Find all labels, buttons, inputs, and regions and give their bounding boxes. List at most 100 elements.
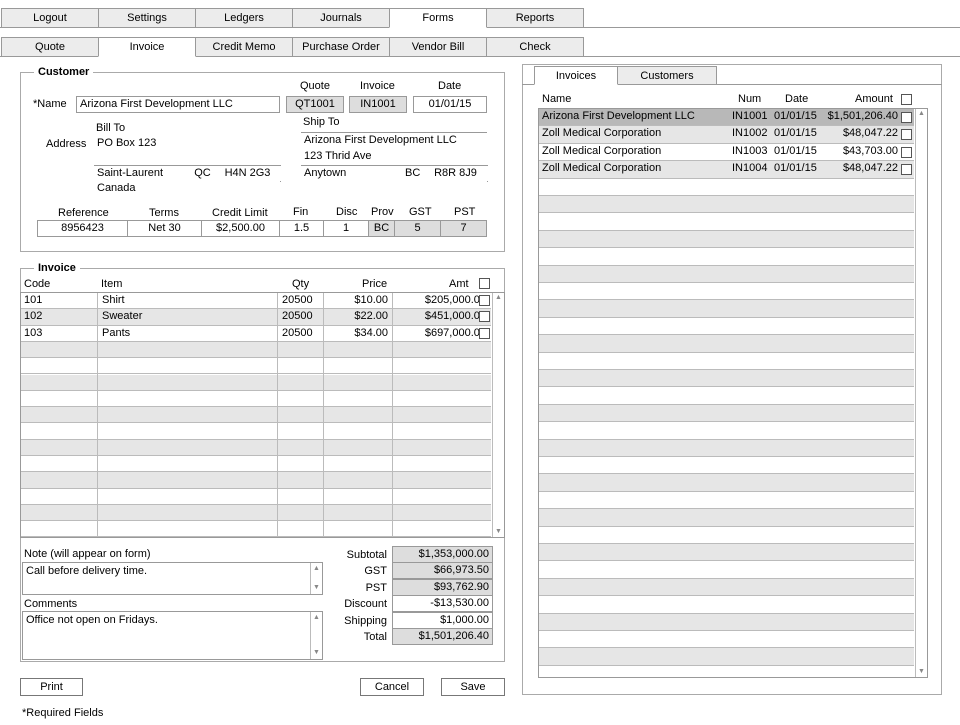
invoice-checkbox[interactable] xyxy=(901,146,912,158)
subtab-invoice[interactable]: Invoice xyxy=(98,37,196,57)
list-item[interactable] xyxy=(539,561,914,579)
list-item[interactable] xyxy=(539,439,914,457)
table-row[interactable]: 103 Pants 20500 $34.00 $697,000.00 xyxy=(21,326,491,342)
list-item[interactable] xyxy=(539,457,914,475)
select-all-lines-checkbox[interactable] xyxy=(479,278,490,289)
list-item[interactable] xyxy=(539,335,914,353)
scroll-down-icon[interactable]: ▼ xyxy=(493,527,504,537)
scroll-up-icon[interactable]: ▲ xyxy=(311,564,322,574)
table-row[interactable]: 102 Sweater 20500 $22.00 $451,000.00 xyxy=(21,309,491,326)
table-row[interactable] xyxy=(21,472,491,489)
table-row[interactable] xyxy=(21,456,491,473)
credit-limit-field[interactable]: $2,500.00 xyxy=(201,220,280,237)
list-item[interactable] xyxy=(539,179,914,196)
table-row[interactable] xyxy=(21,439,491,456)
list-item[interactable] xyxy=(539,578,914,597)
list-item[interactable] xyxy=(539,527,914,544)
invoice-checkbox[interactable] xyxy=(901,129,912,141)
table-row[interactable] xyxy=(21,489,491,505)
comments-textarea[interactable]: Office not open on Fridays. ▲ ▼ xyxy=(22,611,323,660)
scroll-up-icon[interactable]: ▲ xyxy=(493,293,504,303)
table-row[interactable] xyxy=(21,341,491,359)
list-item[interactable] xyxy=(539,283,914,301)
ship-to-city[interactable]: Anytown xyxy=(301,165,403,182)
list-item[interactable] xyxy=(539,370,914,388)
list-item[interactable] xyxy=(539,648,914,666)
ship-to-line2[interactable]: 123 Thrid Ave xyxy=(301,149,487,166)
table-row[interactable] xyxy=(21,504,491,522)
panel-tab-invoices[interactable]: Invoices xyxy=(534,66,618,85)
table-row[interactable] xyxy=(21,358,491,375)
subtab-quote[interactable]: Quote xyxy=(1,37,99,57)
table-row[interactable] xyxy=(21,374,491,391)
table-row[interactable] xyxy=(21,423,491,440)
invoice-lines-scrollbar[interactable]: ▲ ▼ xyxy=(492,293,504,537)
tab-reports[interactable]: Reports xyxy=(486,8,584,28)
tab-forms[interactable]: Forms xyxy=(389,8,487,28)
list-item[interactable] xyxy=(539,265,914,283)
cancel-button[interactable]: Cancel xyxy=(360,678,424,696)
ship-to-country[interactable] xyxy=(301,181,487,198)
total-value-shipping[interactable]: $1,000.00 xyxy=(392,611,493,629)
table-row[interactable] xyxy=(21,521,491,537)
list-item[interactable]: Arizona First Development LLC IN1001 01/01… xyxy=(539,109,914,127)
line-checkbox[interactable] xyxy=(479,327,490,339)
scroll-down-icon[interactable]: ▼ xyxy=(311,583,322,593)
terms-field[interactable]: Net 30 xyxy=(127,220,202,237)
table-row[interactable]: 101 Shirt 20500 $10.00 $205,000.00 xyxy=(21,293,491,310)
note-scrollbar[interactable]: ▲ ▼ xyxy=(310,563,322,594)
list-item[interactable] xyxy=(539,353,914,370)
list-item[interactable]: Zoll Medical Corporation IN1002 01/01/15 $4… xyxy=(539,126,914,144)
list-item[interactable] xyxy=(539,509,914,527)
ship-to-line1[interactable]: Arizona First Development LLC xyxy=(301,133,487,150)
list-item[interactable] xyxy=(539,404,914,423)
list-item[interactable] xyxy=(539,544,914,562)
fin-field[interactable]: 1.5 xyxy=(279,220,324,237)
save-button[interactable]: Save xyxy=(441,678,505,696)
scroll-up-icon[interactable]: ▲ xyxy=(916,109,927,119)
list-item[interactable] xyxy=(539,596,914,614)
bill-to-province[interactable]: QC xyxy=(191,165,215,182)
line-checkbox[interactable] xyxy=(479,311,490,323)
list-item[interactable] xyxy=(539,492,914,510)
list-item[interactable] xyxy=(539,631,914,649)
ship-to-postal[interactable]: R8R 8J9 xyxy=(423,165,488,182)
invoice-date-field[interactable]: 01/01/15 xyxy=(413,96,487,113)
list-item[interactable] xyxy=(539,300,914,318)
tab-journals[interactable]: Journals xyxy=(292,8,390,28)
invoices-list-scrollbar[interactable]: ▲ ▼ xyxy=(915,109,927,677)
tab-ledgers[interactable]: Ledgers xyxy=(195,8,293,28)
total-value-discount[interactable]: -$13,530.00 xyxy=(392,595,493,613)
ship-to-province[interactable]: BC xyxy=(402,165,424,182)
bill-to-city[interactable]: Saint-Laurent xyxy=(94,165,192,182)
bill-to-country[interactable]: Canada xyxy=(94,181,280,198)
invoice-checkbox[interactable] xyxy=(901,112,912,123)
scroll-up-icon[interactable]: ▲ xyxy=(311,613,322,623)
list-item[interactable] xyxy=(539,387,914,405)
list-item[interactable] xyxy=(539,318,914,336)
list-item[interactable]: Zoll Medical Corporation IN1004 01/01/15 $4… xyxy=(539,161,914,179)
subtab-vendor-bill[interactable]: Vendor Bill xyxy=(389,37,487,57)
list-item[interactable] xyxy=(539,613,914,631)
table-row[interactable] xyxy=(21,391,491,408)
tab-logout[interactable]: Logout xyxy=(1,8,99,28)
invoice-checkbox[interactable] xyxy=(901,164,912,176)
subtab-check[interactable]: Check xyxy=(486,37,584,57)
list-item[interactable] xyxy=(539,230,914,249)
list-item[interactable] xyxy=(539,248,914,266)
list-item[interactable] xyxy=(539,474,914,492)
tab-settings[interactable]: Settings xyxy=(98,8,196,28)
note-textarea[interactable]: Call before delivery time. ▲ ▼ xyxy=(22,562,323,595)
scroll-down-icon[interactable]: ▼ xyxy=(311,648,322,658)
scroll-down-icon[interactable]: ▼ xyxy=(916,667,927,677)
list-item[interactable]: Zoll Medical Corporation IN1003 01/01/15 $4… xyxy=(539,144,914,162)
select-all-invoices-checkbox[interactable] xyxy=(901,94,912,105)
list-item[interactable] xyxy=(539,422,914,440)
print-button[interactable]: Print xyxy=(20,678,83,696)
reference-field[interactable]: 8956423 xyxy=(37,220,128,237)
panel-tab-customers[interactable]: Customers xyxy=(617,66,717,85)
list-item[interactable] xyxy=(539,196,914,214)
subtab-purchase-order[interactable]: Purchase Order xyxy=(292,37,390,57)
subtab-credit-memo[interactable]: Credit Memo xyxy=(195,37,293,57)
line-checkbox[interactable] xyxy=(479,295,490,306)
